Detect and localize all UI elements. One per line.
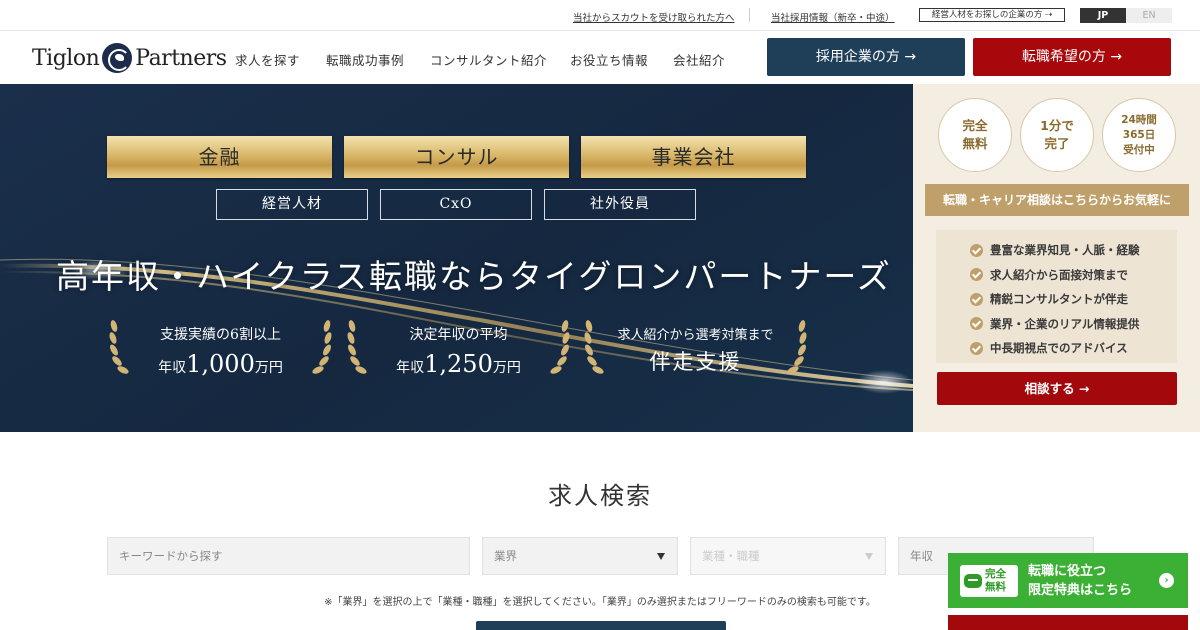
chevron-right-icon: › xyxy=(1159,573,1174,588)
logo-text-left: Tiglon xyxy=(32,45,100,71)
hero-catchcopy: 高年収・ハイクラス転職ならタイグロンパートナーズ xyxy=(56,257,892,296)
job-search-title: 求人検索 xyxy=(548,482,652,510)
tag-finance: 金融 xyxy=(107,136,332,178)
nav-find-jobs[interactable]: 求人を探す xyxy=(235,50,300,69)
floating-banner-text: 転職に役立つ 限定特典はこちら xyxy=(1028,564,1133,598)
for-companies-button[interactable]: 採用企業の方 → xyxy=(767,38,965,76)
check-icon xyxy=(970,317,983,331)
secondary-floating-banner[interactable] xyxy=(948,615,1188,630)
stat-3-value: 伴走支援 xyxy=(649,350,742,374)
stat-3: 求人紹介から選考対策まで 伴走支援 xyxy=(583,316,808,386)
check-icon xyxy=(970,243,983,257)
exec-search-link[interactable]: 経営人材をお探しの企業の方 ⇢ xyxy=(919,8,1065,22)
list-item: 豊富な業界知見・人脈・経験 xyxy=(970,238,1177,263)
check-icon xyxy=(970,341,983,355)
dropdown-arrow-icon xyxy=(657,553,665,560)
nav-success-stories[interactable]: 転職成功事例 xyxy=(326,50,404,69)
dropdown-arrow-icon xyxy=(865,553,873,560)
list-item: 中長期視点でのアドバイス xyxy=(970,336,1177,361)
nav-consultants[interactable]: コンサルタント紹介 xyxy=(430,50,547,69)
free-tag: 完全 無料 xyxy=(960,565,1018,597)
search-submit-button[interactable] xyxy=(476,621,726,630)
check-icon xyxy=(970,268,983,282)
stat-2-value: 年収1,250万円 xyxy=(396,350,521,378)
utility-divider xyxy=(749,8,750,22)
logo-text-right: Partners xyxy=(135,45,227,71)
occupation-select[interactable]: 業種・職種 xyxy=(690,537,886,575)
lang-en-button[interactable]: EN xyxy=(1126,8,1172,23)
list-item: 業界・企業のリアル情報提供 xyxy=(970,312,1177,337)
benefit-floating-banner[interactable]: 完全 無料 転職に役立つ 限定特典はこちら › xyxy=(948,553,1188,608)
tag-cxo: CxO xyxy=(380,189,532,220)
badge-free: 完全 無料 xyxy=(938,98,1012,172)
utility-bar: 当社からスカウトを受け取られた方へ 当社採用情報（新卒・中途） 経営人材をお探し… xyxy=(0,0,1200,31)
stat-1-value: 年収1,000万円 xyxy=(158,350,283,378)
recruit-link[interactable]: 当社採用情報（新卒・中途） xyxy=(771,10,895,24)
chat-icon xyxy=(964,574,982,588)
industry-select[interactable]: 業界 xyxy=(482,537,678,575)
stat-1-caption: 支援実績の6割以上 xyxy=(160,327,281,343)
laurel-icon xyxy=(312,320,332,374)
site-logo[interactable]: Tiglon Partners xyxy=(32,43,227,73)
tag-executive: 経営人材 xyxy=(216,189,368,220)
site-header: Tiglon Partners 求人を探す 転職成功事例 コンサルタント紹介 お… xyxy=(0,31,1200,84)
tag-consulting: コンサル xyxy=(344,136,569,178)
laurel-icon xyxy=(550,320,570,374)
for-job-seekers-button[interactable]: 転職希望の方 → xyxy=(973,38,1171,76)
lang-jp-button[interactable]: JP xyxy=(1080,8,1126,23)
scout-link[interactable]: 当社からスカウトを受け取られた方へ xyxy=(573,10,735,24)
nav-useful-info[interactable]: お役立ち情報 xyxy=(570,50,648,69)
stat-1: 支援実績の6割以上 年収1,000万円 xyxy=(108,316,333,386)
benefit-list: 豊富な業界知見・人脈・経験 求人紹介から面接対策まで 精鋭コンサルタントが伴走 … xyxy=(936,230,1177,363)
badge-one-minute: 1分で 完了 xyxy=(1020,98,1094,172)
laurel-icon xyxy=(787,320,807,374)
list-item: 精鋭コンサルタントが伴走 xyxy=(970,287,1177,312)
consultation-panel: 完全 無料 1分で 完了 24時間 365日 受付中 転職・キャリア相談はこちらからお気… xyxy=(913,84,1200,432)
stat-2-caption: 決定年収の平均 xyxy=(409,327,508,343)
hero-banner: 金融 コンサル 事業会社 経営人材 CxO 社外役員 高年収・ハイクラス転職なら… xyxy=(0,84,913,432)
tag-business-company: 事業会社 xyxy=(581,136,806,178)
consultation-heading: 転職・キャリア相談はこちらからお気軽に xyxy=(925,184,1189,216)
tag-outside-director: 社外役員 xyxy=(544,189,696,220)
nav-company[interactable]: 会社紹介 xyxy=(673,50,725,69)
tiger-logo-icon xyxy=(102,43,133,73)
list-item: 求人紹介から面接対策まで xyxy=(970,263,1177,288)
stat-2: 決定年収の平均 年収1,250万円 xyxy=(346,316,571,386)
badge-24-hours: 24時間 365日 受付中 xyxy=(1102,98,1176,172)
stat-3-caption: 求人紹介から選考対策まで xyxy=(617,328,774,343)
check-icon xyxy=(970,292,983,306)
keyword-input[interactable]: キーワードから探す xyxy=(107,537,470,575)
consult-button[interactable]: 相談する → xyxy=(937,372,1177,405)
